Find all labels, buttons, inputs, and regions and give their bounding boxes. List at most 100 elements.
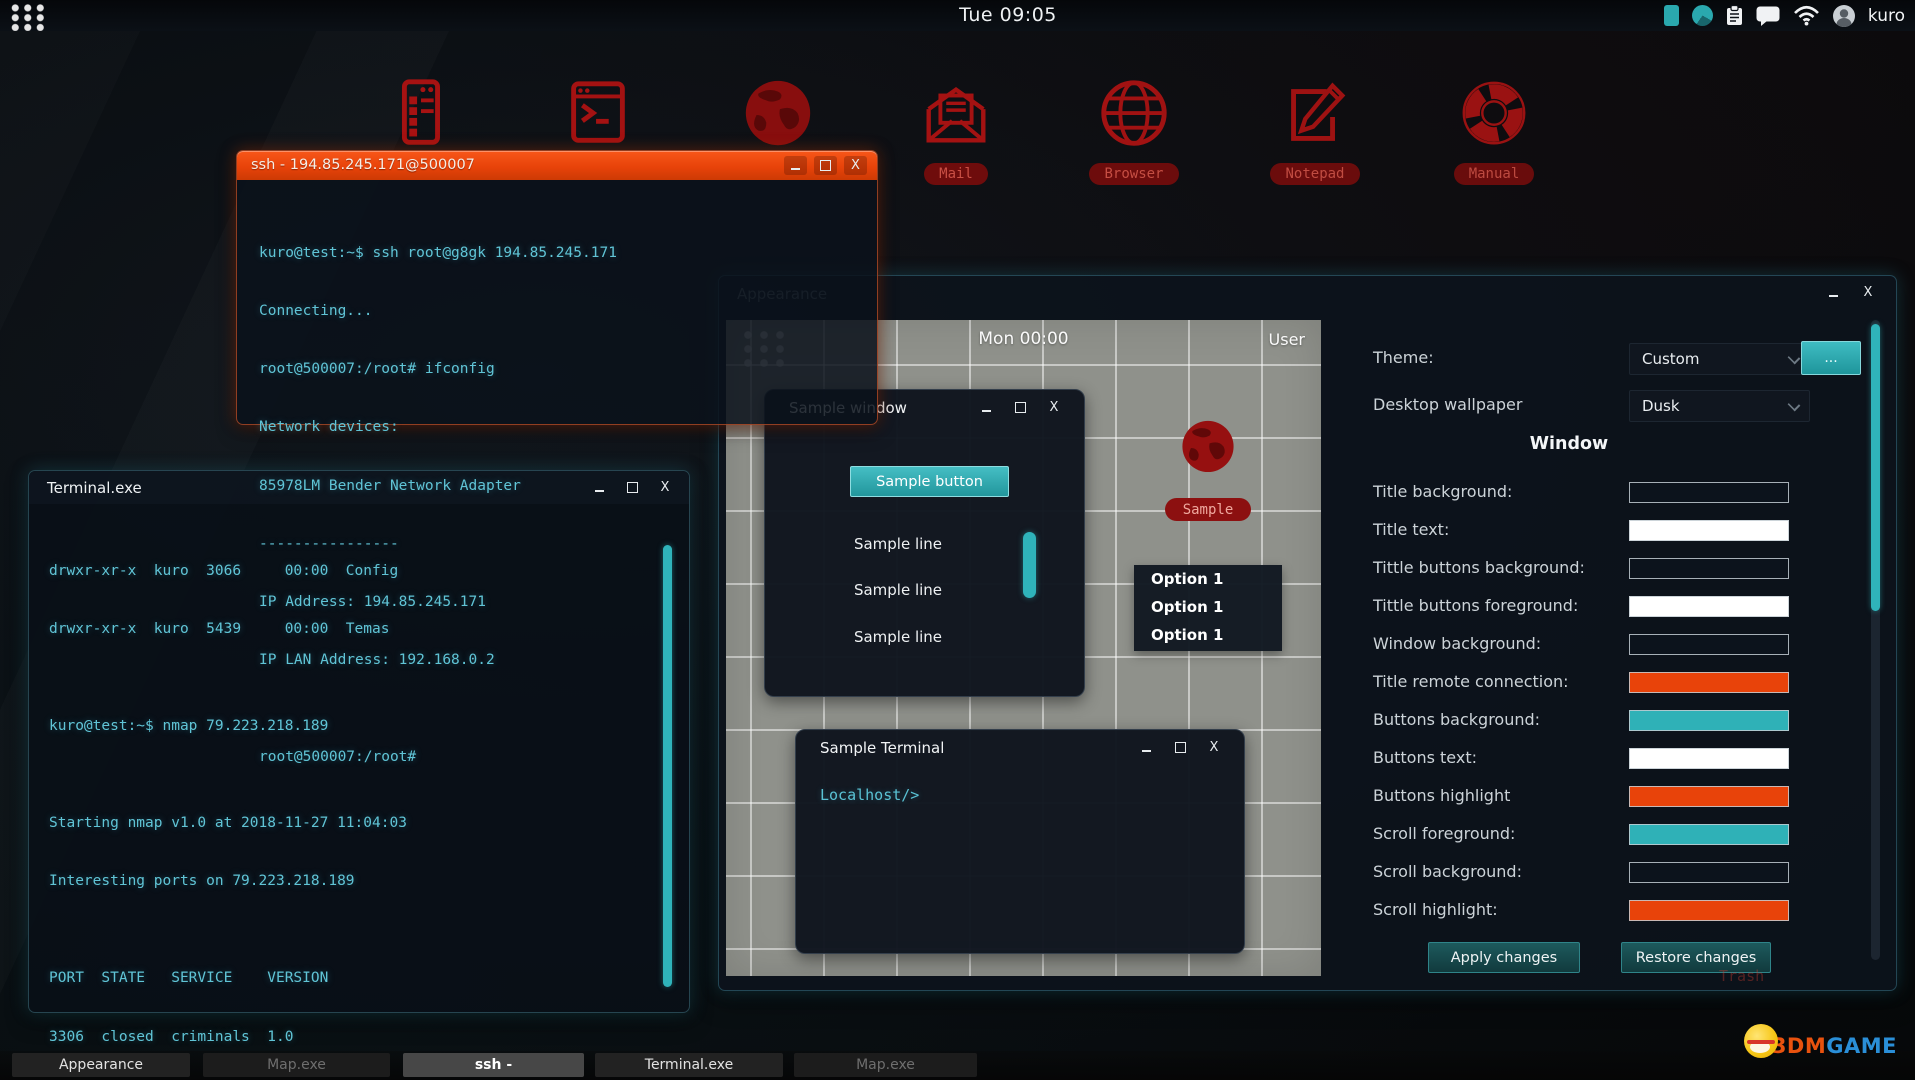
color-swatch-title-buttons-background[interactable] xyxy=(1629,558,1789,579)
terminal-output-line: Interesting ports on 79.223.218.189 xyxy=(49,873,355,890)
color-row-label: Scroll foreground: xyxy=(1373,824,1516,843)
wifi-icon[interactable] xyxy=(1793,5,1820,26)
user-avatar-icon[interactable] xyxy=(1832,4,1855,27)
taskbar-item-terminal[interactable]: Terminal.exe xyxy=(595,1053,783,1077)
appearance-window: Appearance X Mon 00:00 User Sample windo… xyxy=(718,275,1897,991)
wallpaper-value: Dusk xyxy=(1642,397,1680,415)
close-button[interactable]: X xyxy=(1202,738,1226,757)
taskbar-item-ssh[interactable]: ssh - xyxy=(403,1053,584,1077)
theme-more-button[interactable]: ... xyxy=(1801,341,1861,375)
wallpaper-select[interactable]: Dusk xyxy=(1629,390,1810,422)
close-button[interactable]: X xyxy=(1042,398,1066,417)
color-row-label: Buttons highlight xyxy=(1373,786,1511,805)
browser-icon xyxy=(1101,80,1167,146)
color-swatch-scroll-foreground[interactable] xyxy=(1629,824,1789,845)
sample-options-dropdown: Option 1 Option 1 Option 1 xyxy=(1134,565,1282,651)
chevron-down-icon xyxy=(1787,351,1801,365)
terminal-app-icon xyxy=(571,81,625,143)
close-button[interactable]: X xyxy=(1856,283,1880,302)
system-tray: kuro xyxy=(1663,0,1905,31)
window-section-title: Window xyxy=(1529,434,1609,454)
app-launcher-button[interactable] xyxy=(9,3,45,31)
desktop-icon-browser[interactable]: Browser xyxy=(1079,76,1189,185)
dropdown-option[interactable]: Option 1 xyxy=(1134,565,1282,593)
terminal-output-line: Connecting... xyxy=(259,303,373,320)
maximize-button[interactable] xyxy=(1168,738,1192,757)
color-swatch-buttons-highlight[interactable] xyxy=(1629,786,1789,807)
color-swatch-buttons-background[interactable] xyxy=(1629,710,1789,731)
window-title: Terminal.exe xyxy=(47,479,142,497)
globe-filled-icon xyxy=(745,80,811,146)
teal-rect-indicator-icon xyxy=(1663,5,1679,26)
desktop-icon-globe[interactable] xyxy=(723,76,833,158)
minimize-button[interactable] xyxy=(784,156,807,175)
sample-icon-label: Sample xyxy=(1165,498,1251,521)
color-row-label: Buttons text: xyxy=(1373,748,1477,767)
color-row-label: Title text: xyxy=(1373,520,1450,539)
color-swatch-title-buttons-foreground[interactable] xyxy=(1629,596,1789,617)
apply-changes-button[interactable]: Apply changes xyxy=(1428,942,1580,973)
color-swatch-scroll-background[interactable] xyxy=(1629,862,1789,883)
taskbar-item-map[interactable]: Map.exe xyxy=(203,1053,390,1077)
maximize-button[interactable] xyxy=(620,478,644,497)
desktop-icon-notepad[interactable]: Notepad xyxy=(1260,76,1370,185)
color-swatch-title-background[interactable] xyxy=(1629,482,1789,503)
sample-terminal-prompt: Localhost/> xyxy=(820,786,920,804)
ssh-window: ssh - 194.85.245.171@500007 X kuro@test:… xyxy=(236,150,878,765)
top-bar: Tue 09:05 kuro xyxy=(0,0,1915,31)
color-row-label: Title background: xyxy=(1373,482,1513,501)
username-label: kuro xyxy=(1867,5,1905,26)
desktop-icon-terminal[interactable] xyxy=(543,76,653,158)
sample-scrollbar[interactable] xyxy=(1023,532,1036,598)
color-row-label: Window background: xyxy=(1373,634,1542,653)
manual-icon xyxy=(1462,81,1526,145)
ssh-output: kuro@test:~$ ssh root@g8gk 194.85.245.17… xyxy=(259,205,617,807)
teal-circle-indicator-icon xyxy=(1691,5,1713,26)
minimize-button[interactable] xyxy=(1821,283,1845,302)
terminal-output-line: IP Address: 194.85.245.171 xyxy=(259,594,486,611)
desktop-icon-media[interactable] xyxy=(365,76,475,158)
settings-scrollbar-track[interactable] xyxy=(1871,320,1880,960)
color-row-label: Title remote connection: xyxy=(1373,672,1569,691)
color-swatch-title-text[interactable] xyxy=(1629,520,1789,541)
clipboard-icon[interactable] xyxy=(1726,5,1743,26)
color-swatch-scroll-highlight[interactable] xyxy=(1629,900,1789,921)
terminal-scrollbar[interactable] xyxy=(663,545,672,987)
messages-icon[interactable] xyxy=(1756,6,1780,26)
media-player-icon xyxy=(401,79,440,145)
maximize-button[interactable] xyxy=(1008,398,1032,417)
close-button[interactable]: X xyxy=(844,156,867,175)
color-swatch-window-background[interactable] xyxy=(1629,634,1789,655)
terminal-output-line: Starting nmap v1.0 at 2018-11-27 11:04:0… xyxy=(49,815,407,832)
taskbar-item-appearance[interactable]: Appearance xyxy=(12,1053,190,1077)
minimize-button[interactable] xyxy=(1134,738,1158,757)
sample-button[interactable]: Sample button xyxy=(850,466,1009,497)
sample-window: Sample window X Sample button Sample lin… xyxy=(764,389,1085,697)
sample-line: Sample line xyxy=(853,628,943,646)
color-row-label: Tittle buttons background: xyxy=(1373,558,1585,577)
color-swatch-buttons-text[interactable] xyxy=(1629,748,1789,769)
minimize-button[interactable] xyxy=(974,398,998,417)
terminal-output-line: kuro@test:~$ ssh root@g8gk 194.85.245.17… xyxy=(259,244,617,261)
desktop-icon-label: Mail xyxy=(924,163,988,185)
color-swatch-title-remote-connection[interactable] xyxy=(1629,672,1789,693)
maximize-button[interactable] xyxy=(814,156,837,175)
desktop-icon-mail[interactable]: Mail xyxy=(901,76,1011,185)
sample-terminal-window: Sample Terminal X Localhost/> xyxy=(795,729,1245,954)
close-button[interactable]: X xyxy=(653,478,677,497)
sample-terminal-title: Sample Terminal xyxy=(820,739,945,757)
desktop-icon-label: Browser xyxy=(1089,163,1179,185)
dropdown-option[interactable]: Option 1 xyxy=(1134,621,1282,649)
taskbar-item-map2[interactable]: Map.exe xyxy=(794,1053,977,1077)
dropdown-option[interactable]: Option 1 xyxy=(1134,593,1282,621)
topbar-clock: Tue 09:05 xyxy=(959,4,1057,26)
theme-select[interactable]: Custom xyxy=(1629,343,1810,375)
settings-scrollbar-thumb[interactable] xyxy=(1871,324,1880,611)
ssh-titlebar[interactable]: ssh - 194.85.245.171@500007 X xyxy=(237,151,877,180)
sample-line: Sample line xyxy=(853,535,943,553)
terminal-output-line: Network devices: xyxy=(259,419,399,436)
preview-username: User xyxy=(1268,330,1305,349)
color-row-label: Scroll highlight: xyxy=(1373,900,1498,919)
desktop-icon-manual[interactable]: Manual xyxy=(1439,76,1549,185)
sample-line: Sample line xyxy=(853,581,943,599)
